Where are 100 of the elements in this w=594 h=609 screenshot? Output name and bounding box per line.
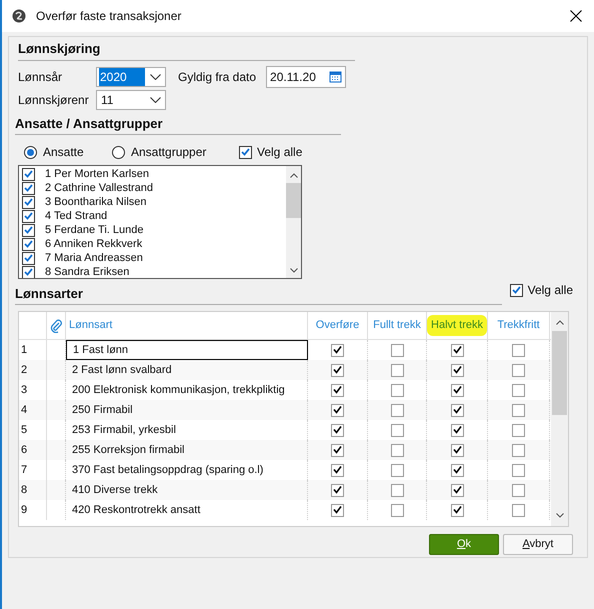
check-icon (333, 486, 342, 494)
checkbox[interactable] (390, 344, 404, 356)
row-number: 4 (21, 402, 28, 418)
checkbox[interactable] (390, 484, 404, 496)
checkbox[interactable] (512, 384, 525, 396)
column-header[interactable]: Overføre (316, 317, 360, 334)
row-number: 3 (21, 382, 28, 398)
checkbox[interactable] (450, 504, 464, 516)
check-icon (333, 426, 342, 434)
checkbox[interactable] (512, 364, 525, 376)
checkbox[interactable] (331, 344, 344, 356)
year-dropdown[interactable]: 2020 (96, 66, 166, 86)
checkbox[interactable] (390, 464, 404, 476)
checkbox[interactable] (390, 444, 404, 456)
close-icon (570, 10, 582, 22)
checkbox[interactable] (390, 384, 404, 396)
radio-label: Ansattgrupper (131, 144, 206, 161)
checkbox[interactable] (512, 344, 525, 356)
checkbox[interactable] (512, 424, 525, 436)
check-icon (452, 466, 462, 474)
checkbox[interactable] (450, 424, 464, 436)
column-header[interactable]: Lønnsart (69, 317, 112, 334)
calendar-icon (329, 70, 342, 83)
checkbox[interactable] (22, 224, 35, 236)
check-icon (452, 486, 462, 494)
checkbox[interactable] (450, 384, 464, 396)
check-icon (452, 506, 462, 514)
checkbox[interactable] (390, 404, 404, 416)
checkbox[interactable] (450, 484, 464, 496)
checkbox[interactable] (331, 464, 344, 476)
list-item[interactable]: 2 Cathrine Vallestrand (45, 182, 154, 194)
checkbox[interactable] (239, 146, 252, 158)
checkbox[interactable] (331, 504, 344, 516)
row-number: 1 (21, 342, 28, 358)
check-icon (452, 406, 462, 414)
checkbox-label: Velg alle (257, 144, 302, 161)
checkbox[interactable] (331, 384, 344, 396)
checkbox[interactable] (450, 344, 464, 356)
checkbox[interactable] (510, 284, 523, 296)
checkbox[interactable] (22, 182, 35, 194)
checkbox[interactable] (22, 238, 35, 250)
checkbox[interactable] (512, 484, 525, 496)
checkbox[interactable] (390, 364, 404, 376)
scrollbar[interactable] (286, 166, 301, 278)
row-number: 6 (21, 442, 28, 458)
radio-label: Ansatte (43, 144, 84, 161)
checkbox[interactable] (512, 504, 525, 516)
list-item[interactable]: 5 Ferdane Ti. Lunde (45, 224, 144, 236)
date-field[interactable]: 20.11.20 (266, 66, 346, 88)
checkbox[interactable] (331, 424, 344, 436)
checkbox[interactable] (22, 266, 35, 278)
checkbox[interactable] (450, 404, 464, 416)
checkbox[interactable] (22, 210, 35, 222)
check-icon (333, 446, 342, 454)
checkbox[interactable] (22, 196, 35, 208)
list-item[interactable]: 8 Sandra Eriksen (45, 266, 130, 278)
table-cell[interactable]: 1 Fast lønn (66, 340, 308, 360)
cancel-button[interactable]: Avbryt (503, 534, 573, 555)
list-item[interactable]: 7 Maria Andreassen (45, 252, 143, 264)
check-icon (452, 446, 462, 454)
column-header[interactable]: Trekkfritt (497, 317, 540, 334)
run-dropdown[interactable]: 11 (96, 90, 166, 110)
list-item[interactable]: 6 Anniken Rekkverk (45, 238, 142, 250)
row-number: 7 (21, 462, 28, 478)
list-item[interactable]: 4 Ted Strand (45, 210, 108, 222)
ok-button[interactable]: Ok (429, 534, 499, 555)
section-heading: Lønnsarter (15, 286, 83, 300)
check-icon (333, 346, 342, 354)
row-number: 9 (21, 502, 28, 518)
checkbox[interactable] (450, 464, 464, 476)
field-label: Lønnskjørenr (18, 92, 90, 108)
check-icon (452, 366, 462, 374)
checkbox[interactable] (331, 364, 344, 376)
scrollbar[interactable] (551, 312, 568, 526)
checkbox[interactable] (390, 424, 404, 436)
scroll-up-icon (290, 173, 298, 178)
checkbox[interactable] (331, 484, 344, 496)
checkbox[interactable] (331, 404, 344, 416)
scroll-up-icon (556, 320, 564, 325)
checkbox[interactable] (22, 168, 35, 180)
list-item[interactable]: 1 Per Morten Karlsen (45, 168, 149, 180)
radio-button[interactable] (112, 146, 125, 158)
check-icon (333, 466, 342, 474)
radio-button[interactable] (24, 146, 37, 158)
check-icon (452, 426, 462, 434)
checkbox[interactable] (331, 444, 344, 456)
list-item[interactable]: 3 Boontharika Nilsen (45, 196, 147, 208)
checkbox[interactable] (450, 444, 464, 456)
checkbox[interactable] (512, 464, 525, 476)
checkbox[interactable] (22, 252, 35, 264)
checkbox[interactable] (512, 404, 525, 416)
check-icon (333, 406, 342, 414)
column-header[interactable]: Halvt trekk (427, 315, 487, 336)
checkbox[interactable] (512, 444, 525, 456)
column-header[interactable]: Fullt trekk (373, 317, 421, 334)
checkbox[interactable] (450, 364, 464, 376)
table-cell[interactable]: 420 Reskontrotrekk ansatt (66, 500, 308, 520)
checkbox[interactable] (390, 504, 404, 516)
field-label: Lønnsår (18, 68, 64, 86)
close-button[interactable] (568, 8, 584, 24)
